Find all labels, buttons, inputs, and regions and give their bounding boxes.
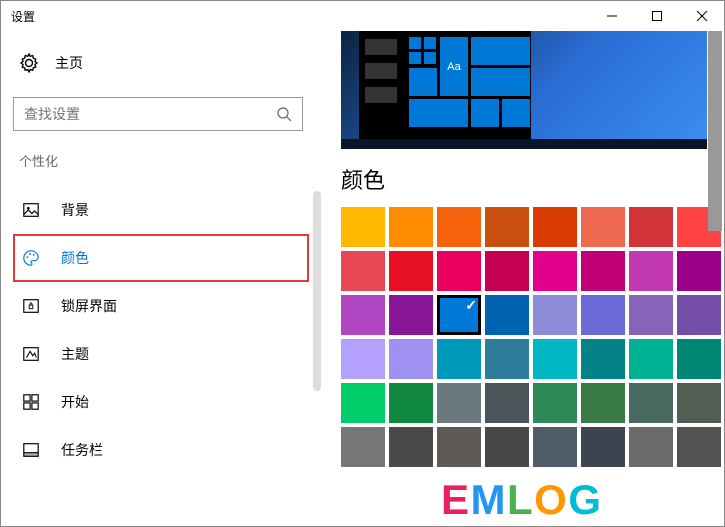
- palette-icon: [21, 248, 41, 268]
- home-link[interactable]: 主页: [13, 41, 309, 85]
- nav-label: 背景: [61, 200, 89, 220]
- color-swatch[interactable]: [629, 427, 673, 467]
- color-swatch[interactable]: [581, 383, 625, 423]
- nav-label: 开始: [61, 392, 89, 412]
- gear-icon: [19, 53, 39, 73]
- color-swatch[interactable]: [485, 383, 529, 423]
- sidebar: 主页 个性化 背景颜色锁屏界面主题开始任务栏: [1, 31, 321, 526]
- color-swatch[interactable]: [677, 295, 721, 335]
- titlebar: 设置: [1, 1, 724, 31]
- color-swatch[interactable]: [485, 339, 529, 379]
- color-swatch[interactable]: [629, 383, 673, 423]
- content: 主页 个性化 背景颜色锁屏界面主题开始任务栏 Aa: [1, 31, 724, 526]
- color-swatch[interactable]: [629, 207, 673, 247]
- color-swatch[interactable]: [533, 339, 577, 379]
- color-swatch[interactable]: [341, 427, 385, 467]
- color-swatch[interactable]: [389, 383, 433, 423]
- color-swatch[interactable]: [677, 251, 721, 291]
- color-swatch[interactable]: [389, 251, 433, 291]
- color-swatch[interactable]: [629, 339, 673, 379]
- color-swatch[interactable]: [437, 251, 481, 291]
- color-swatch[interactable]: [677, 427, 721, 467]
- nav-label: 任务栏: [61, 440, 103, 460]
- search-input[interactable]: [24, 106, 276, 122]
- color-swatch[interactable]: [341, 339, 385, 379]
- maximize-button[interactable]: [634, 1, 679, 31]
- color-swatch[interactable]: [581, 251, 625, 291]
- window-controls: [589, 1, 724, 31]
- color-swatch[interactable]: [485, 207, 529, 247]
- nav-item-picture[interactable]: 背景: [13, 186, 309, 234]
- home-label: 主页: [55, 53, 83, 73]
- preview-aa-tile: Aa: [440, 37, 468, 96]
- nav-list: 背景颜色锁屏界面主题开始任务栏: [13, 186, 309, 474]
- nav-label: 颜色: [61, 248, 89, 268]
- color-swatch[interactable]: [533, 251, 577, 291]
- color-swatch[interactable]: [341, 207, 385, 247]
- color-preview: Aa: [341, 31, 707, 149]
- color-swatch[interactable]: [437, 207, 481, 247]
- start-icon: [21, 392, 41, 412]
- picture-icon: [21, 200, 41, 220]
- section-title: 颜色: [341, 163, 724, 195]
- color-swatch[interactable]: [533, 207, 577, 247]
- color-swatch[interactable]: [629, 251, 673, 291]
- nav-item-lockscreen[interactable]: 锁屏界面: [13, 282, 309, 330]
- section-header: 个性化: [13, 151, 309, 170]
- lockscreen-icon: [21, 296, 41, 316]
- color-swatch[interactable]: [533, 427, 577, 467]
- color-swatch[interactable]: [437, 427, 481, 467]
- theme-icon: [21, 344, 41, 364]
- color-swatch[interactable]: [389, 427, 433, 467]
- color-swatch[interactable]: [581, 339, 625, 379]
- color-swatch[interactable]: [485, 251, 529, 291]
- close-button[interactable]: [679, 1, 724, 31]
- nav-item-taskbar[interactable]: 任务栏: [13, 426, 309, 474]
- color-swatch[interactable]: [629, 295, 673, 335]
- color-swatch[interactable]: [437, 339, 481, 379]
- taskbar-icon: [21, 440, 41, 460]
- color-swatch[interactable]: [485, 427, 529, 467]
- color-swatch[interactable]: [485, 295, 529, 335]
- color-swatch[interactable]: [677, 383, 721, 423]
- color-swatch[interactable]: [437, 383, 481, 423]
- nav-item-theme[interactable]: 主题: [13, 330, 309, 378]
- color-swatch[interactable]: [581, 295, 625, 335]
- search-box[interactable]: [13, 97, 303, 131]
- main-scrollbar[interactable]: [708, 31, 722, 231]
- color-swatch[interactable]: [341, 383, 385, 423]
- color-swatch[interactable]: [533, 295, 577, 335]
- nav-label: 锁屏界面: [61, 296, 117, 316]
- color-swatch[interactable]: [533, 383, 577, 423]
- color-swatch[interactable]: [389, 295, 433, 335]
- color-swatch[interactable]: [341, 295, 385, 335]
- sidebar-scrollbar[interactable]: [313, 191, 321, 391]
- window-title: 设置: [11, 8, 589, 25]
- color-grid: [341, 207, 721, 467]
- preview-start-menu: Aa: [359, 31, 531, 139]
- main-panel: Aa 颜色: [321, 31, 724, 526]
- minimize-button[interactable]: [589, 1, 634, 31]
- nav-item-start[interactable]: 开始: [13, 378, 309, 426]
- color-swatch[interactable]: [581, 427, 625, 467]
- color-swatch[interactable]: [677, 339, 721, 379]
- nav-label: 主题: [61, 344, 89, 364]
- search-icon: [276, 106, 292, 122]
- color-swatch[interactable]: [341, 251, 385, 291]
- color-swatch[interactable]: [389, 339, 433, 379]
- color-swatch[interactable]: [437, 295, 481, 335]
- color-swatch[interactable]: [581, 207, 625, 247]
- nav-item-palette[interactable]: 颜色: [13, 234, 309, 282]
- color-swatch[interactable]: [389, 207, 433, 247]
